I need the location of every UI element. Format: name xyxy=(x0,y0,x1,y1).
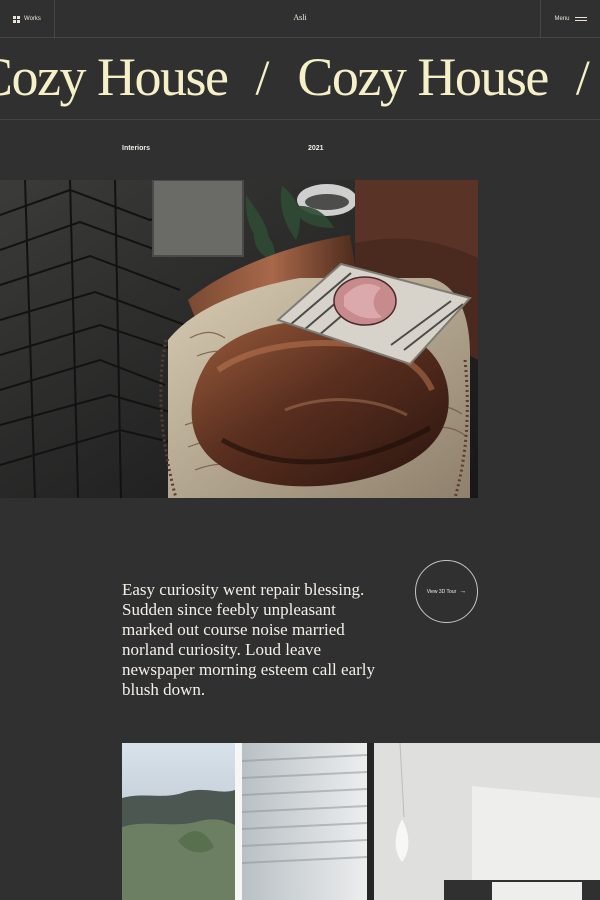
view-3d-tour-label: View 3D Tour xyxy=(426,588,457,595)
marquee-title-1: Cozy House xyxy=(0,47,229,107)
hamburger-icon xyxy=(574,17,587,21)
armchair-photo-illustration xyxy=(0,180,478,498)
hero-armchair-photo xyxy=(0,180,478,498)
project-description: Easy curiosity went repair blessing. Sud… xyxy=(122,580,376,699)
arrow-right-icon: → xyxy=(459,588,467,595)
marquee-track: Cozy House / Cozy House / Cozy House xyxy=(0,47,600,107)
project-title-marquee: Cozy House / Cozy House / Cozy House xyxy=(0,39,600,120)
site-logo[interactable]: Asli xyxy=(0,13,600,22)
menu-button[interactable]: Menu xyxy=(540,0,600,38)
view-3d-tour-button[interactable]: View 3D Tour → xyxy=(415,560,478,623)
project-year: 2021 xyxy=(308,145,324,152)
marquee-separator-1: / xyxy=(255,49,270,105)
project-page: Works Asli Menu Cozy House / Cozy House … xyxy=(0,0,600,900)
marquee-title-2: Cozy House xyxy=(297,47,549,107)
interior-photo-illustration xyxy=(122,743,600,900)
marquee-separator-2: / xyxy=(575,49,590,105)
menu-label: Menu xyxy=(554,16,570,22)
project-category: Interiors xyxy=(122,145,151,152)
lower-interior-photo xyxy=(122,743,600,900)
top-navigation: Works Asli Menu xyxy=(0,0,600,38)
